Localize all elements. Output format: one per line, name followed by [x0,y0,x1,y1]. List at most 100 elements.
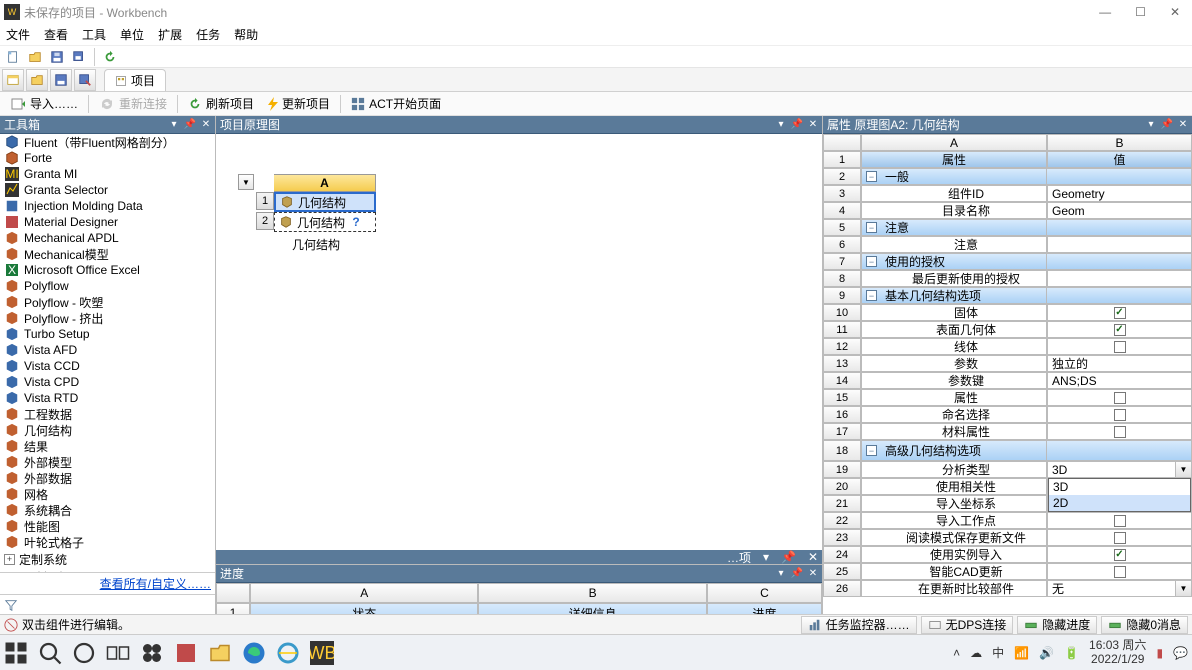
toolbox-item[interactable]: Vista CCD [0,358,215,374]
menu-tool[interactable]: 工具 [82,26,106,43]
toolbox-item[interactable]: 外部数据 [0,470,215,486]
toolbox-item[interactable]: Forte [0,150,215,166]
checkbox-read[interactable] [1114,532,1126,544]
prop-row[interactable]: 10固体 [823,304,1192,321]
toolbox-item[interactable]: Granta Selector [0,182,215,198]
pin-icon[interactable]: 📌 [183,118,197,132]
dps-status-button[interactable]: 无DPS连接 [921,616,1014,634]
dropdown-option-3d[interactable]: 3D [1049,479,1190,495]
toolbox-item[interactable]: XMicrosoft Office Excel [0,262,215,278]
toolbar-btn-2[interactable] [26,69,48,91]
checkbox-surface[interactable] [1114,324,1126,336]
maximize-button[interactable]: ☐ [1135,5,1146,19]
checkbox-line[interactable] [1114,341,1126,353]
toolbox-item[interactable]: 结果 [0,438,215,454]
toolbox-item[interactable]: Turbo Setup [0,326,215,342]
checkbox-attr[interactable] [1114,392,1126,404]
prop-row[interactable]: 14参数键ANS;DS [823,372,1192,389]
analysis-type-dropdown[interactable]: 3D 2D [1048,478,1191,512]
close-icon[interactable]: ✕ [806,567,820,581]
app-icon-2[interactable] [174,641,198,665]
battery-icon[interactable]: 🔋 [1064,646,1079,660]
close-button[interactable]: ✕ [1170,5,1180,19]
prop-row[interactable]: 15属性 [823,389,1192,406]
prop-row[interactable]: 23阅读模式保存更新文件 [823,529,1192,546]
tray-up-icon[interactable]: ˄ [953,646,960,660]
toolbox-group-custom[interactable]: +定制系统 [0,550,215,568]
pin-icon[interactable]: 📌 [790,567,804,581]
prop-row-analysis-type[interactable]: 19分析类型 3D ▼ 3D 2D [823,461,1192,478]
dropdown-icon[interactable]: ▾ [774,567,788,581]
sound-icon[interactable]: 🔊 [1039,646,1054,660]
import-cmd[interactable]: 导入…… [4,93,84,114]
notification-icon[interactable]: 💬 [1173,646,1188,660]
prop-row[interactable]: 13参数独立的 [823,355,1192,372]
system-row-2[interactable]: 2 几何结构 ? [256,212,376,232]
minimize-button[interactable]: — [1099,5,1111,19]
menu-help[interactable]: 帮助 [234,26,258,43]
view-all-link[interactable]: 查看所有/自定义…… [100,577,211,591]
update-project-cmd[interactable]: 更新项目 [262,93,336,114]
toolbar-btn-3[interactable] [50,69,72,91]
clock[interactable]: 16:03 周六 2022/1/29 [1089,639,1146,665]
toolbox-item[interactable]: 几何结构 [0,422,215,438]
refresh-icon[interactable] [101,48,119,66]
prop-row[interactable]: 6注意 [823,236,1192,253]
filter-bar[interactable] [0,594,215,614]
close-icon[interactable]: ✕ [199,118,213,132]
checkbox-inst[interactable] [1114,549,1126,561]
schematic-area[interactable]: ▼ A 1 几何结构 2 [216,134,822,550]
ie-icon[interactable] [276,641,300,665]
dropdown-arrow-icon[interactable]: ▼ [1175,581,1191,596]
prop-group-general[interactable]: 2−一般 [823,168,1192,185]
checkbox-mat[interactable] [1114,426,1126,438]
new-icon[interactable] [4,48,22,66]
toolbox-item[interactable]: Vista AFD [0,342,215,358]
taskview-icon[interactable] [106,641,130,665]
dropdown-option-2d[interactable]: 2D [1049,495,1190,511]
system-dropdown[interactable]: ▼ [238,174,254,190]
prop-row[interactable]: 11表面几何体 [823,321,1192,338]
prop-row[interactable]: 22导入工作点 [823,512,1192,529]
prop-group-note[interactable]: 5−注意 [823,219,1192,236]
toolbox-item[interactable]: 系统耦合 [0,502,215,518]
toolbox-item[interactable]: Vista RTD [0,390,215,406]
dropdown-arrow-icon[interactable]: ▼ [1175,462,1191,477]
toolbox-item[interactable]: Fluent（带Fluent网格剖分） [0,134,215,150]
toolbar-btn-4[interactable] [74,69,96,91]
save-icon[interactable] [48,48,66,66]
tray-icon[interactable]: ▮ [1156,646,1163,660]
close-icon[interactable]: ✕ [1176,118,1190,132]
toolbox-item[interactable]: Polyflow - 挤出 [0,310,215,326]
hide-progress-button[interactable]: 隐藏进度 [1017,616,1097,634]
pin-icon[interactable]: 📌 [790,118,804,132]
prop-group-license[interactable]: 7−使用的授权 [823,253,1192,270]
menu-ext[interactable]: 扩展 [158,26,182,43]
task-monitor-button[interactable]: 任务监控器…… [801,616,917,634]
toolbar-btn-1[interactable] [2,69,24,91]
pin-icon[interactable]: 📌 [781,550,796,564]
refresh-project-cmd[interactable]: 刷新项目 [182,93,260,114]
toolbox-item[interactable]: 工程数据 [0,406,215,422]
toolbox-item[interactable]: Vista CPD [0,374,215,390]
onedrive-icon[interactable]: ☁ [970,646,982,660]
cortana-icon[interactable] [72,641,96,665]
open-icon[interactable] [26,48,44,66]
toolbox-item[interactable]: MIGranta MI [0,166,215,182]
act-start-cmd[interactable]: ACT开始页面 [345,93,447,114]
close-icon[interactable]: ✕ [806,118,820,132]
saveas-icon[interactable] [70,48,88,66]
toolbox-item[interactable]: 性能图 [0,518,215,534]
workbench-taskbar-icon[interactable]: WB [310,641,334,665]
close-icon[interactable]: ✕ [808,550,818,564]
hide-messages-button[interactable]: 隐藏0消息 [1101,616,1188,634]
start-button[interactable] [4,641,28,665]
app-icon-1[interactable] [140,641,164,665]
checkbox-solid[interactable] [1114,307,1126,319]
toolbox-item[interactable]: Mechanical APDL [0,230,215,246]
toolbox-item[interactable]: 网格 [0,486,215,502]
toolbox-item[interactable]: 叶轮式格子 [0,534,215,550]
prop-group-basic[interactable]: 9−基本几何结构选项 [823,287,1192,304]
checkbox-names[interactable] [1114,409,1126,421]
prop-row[interactable]: 17材料属性 [823,423,1192,440]
